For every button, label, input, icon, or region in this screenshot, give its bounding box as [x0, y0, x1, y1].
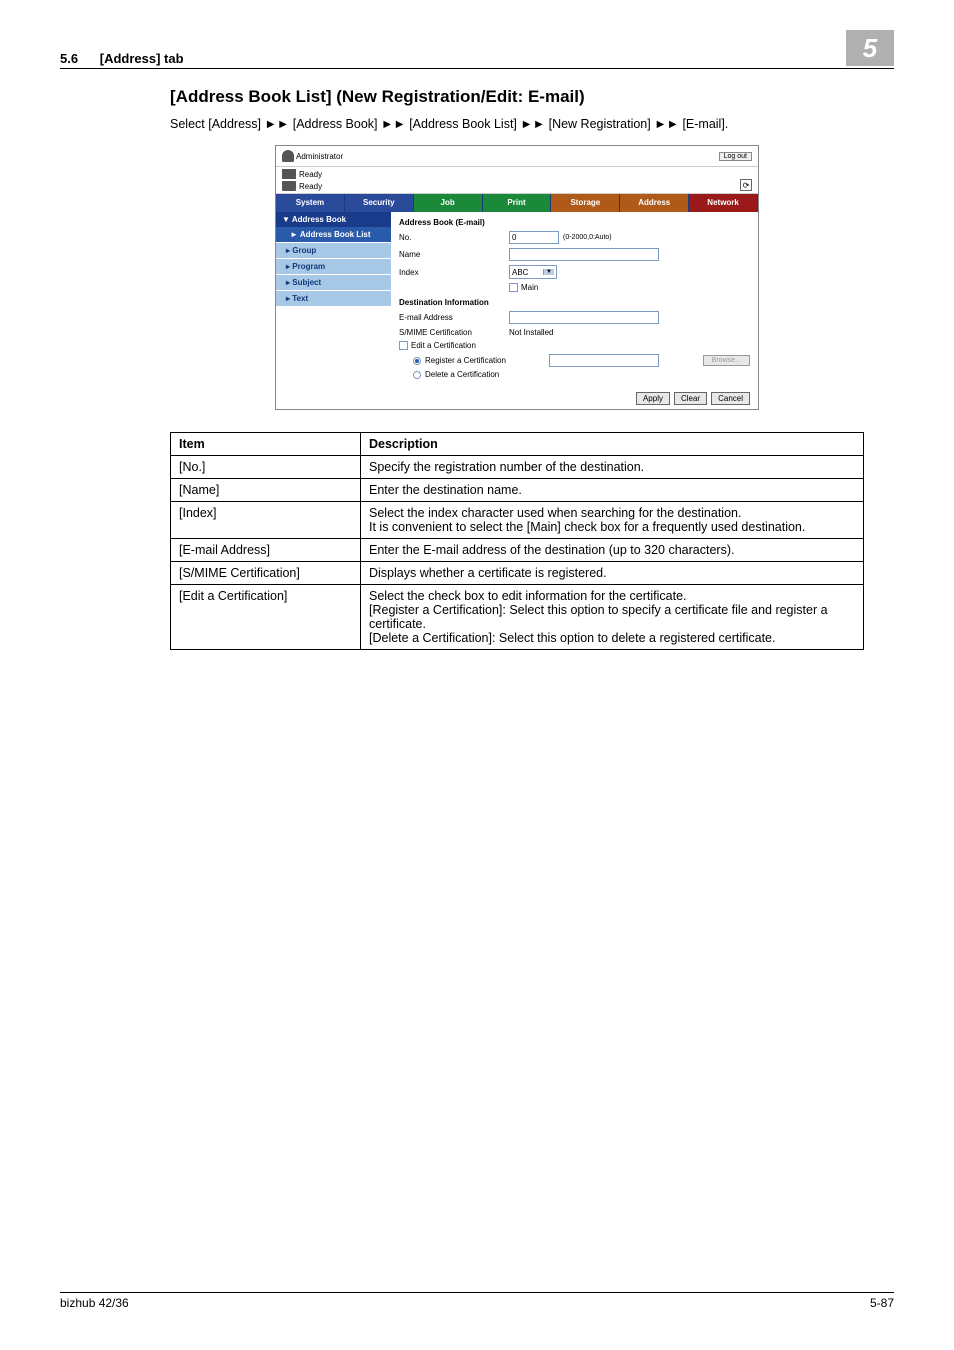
tab-print[interactable]: Print — [483, 194, 552, 212]
name-input[interactable] — [509, 248, 659, 261]
breadcrumb-sep: ►► — [378, 117, 410, 131]
cert-file-input[interactable] — [549, 354, 659, 367]
breadcrumb-sep: ►► — [651, 117, 683, 131]
main-label: Main — [521, 283, 538, 292]
form-heading-1: Address Book (E-mail) — [399, 218, 750, 227]
breadcrumb: Select [Address] ►► [Address Book] ►► [A… — [170, 117, 864, 131]
embedded-screenshot: Administrator Log out Ready Ready ⟳ Syst… — [275, 145, 759, 410]
breadcrumb-4: [New Registration] — [549, 117, 651, 131]
table-row: [S/MIME Certification]Displays whether a… — [171, 562, 864, 585]
tab-job[interactable]: Job — [414, 194, 483, 212]
admin-label: Administrator — [296, 152, 343, 161]
cancel-button[interactable]: Cancel — [711, 392, 750, 405]
apply-button[interactable]: Apply — [636, 392, 670, 405]
side-subject[interactable]: ▸ Subject — [276, 274, 391, 290]
logout-button[interactable]: Log out — [719, 152, 752, 161]
browse-button[interactable]: Browse... — [703, 355, 750, 366]
side-group-label: Group — [292, 246, 316, 255]
chevron-down-icon: ▼ — [543, 269, 554, 275]
table-row: [Index]Select the index character used w… — [171, 502, 864, 539]
table-row: [E-mail Address]Enter the E-mail address… — [171, 539, 864, 562]
section-title: [Address] tab — [100, 51, 184, 66]
description-table: Item Description [No.]Specify the regist… — [170, 432, 864, 650]
breadcrumb-1: [Address] — [208, 117, 261, 131]
index-value: ABC — [512, 268, 528, 277]
printer-icon — [282, 169, 296, 179]
index-label: Index — [399, 268, 509, 277]
main-checkbox[interactable] — [509, 283, 518, 292]
smime-label: S/MIME Certification — [399, 328, 509, 337]
index-select[interactable]: ABC ▼ — [509, 265, 557, 279]
refresh-icon[interactable]: ⟳ — [740, 179, 752, 191]
no-label: No. — [399, 233, 509, 242]
tab-security[interactable]: Security — [345, 194, 414, 212]
footer-page: 5-87 — [870, 1296, 894, 1310]
status-ready-1: Ready — [299, 170, 322, 179]
clear-button[interactable]: Clear — [674, 392, 707, 405]
scanner-icon — [282, 181, 296, 191]
side-text[interactable]: ▸ Text — [276, 290, 391, 306]
table-row: [No.]Specify the registration number of … — [171, 456, 864, 479]
tab-address[interactable]: Address — [620, 194, 689, 212]
tab-storage[interactable]: Storage — [551, 194, 620, 212]
email-input[interactable] — [509, 311, 659, 324]
table-row: [Edit a Certification]Select the check b… — [171, 585, 864, 650]
side-subject-label: Subject — [292, 278, 321, 287]
chapter-number: 5 — [846, 30, 894, 66]
breadcrumb-sep: ►► — [517, 117, 549, 131]
no-input[interactable] — [509, 231, 559, 244]
breadcrumb-prefix: Select — [170, 117, 208, 131]
section-number: 5.6 — [60, 51, 78, 66]
footer-model: bizhub 42/36 — [60, 1296, 129, 1310]
status-ready-2: Ready — [299, 182, 322, 191]
delete-cert-label: Delete a Certification — [425, 370, 499, 379]
form-heading-2: Destination Information — [399, 298, 750, 307]
side-program[interactable]: ▸ Program — [276, 258, 391, 274]
breadcrumb-5: [E-mail]. — [682, 117, 728, 131]
tab-network[interactable]: Network — [689, 194, 758, 212]
table-row: [Name]Enter the destination name. — [171, 479, 864, 502]
delete-cert-radio[interactable] — [413, 371, 421, 379]
page-title: [Address Book List] (New Registration/Ed… — [170, 87, 864, 107]
th-description: Description — [361, 433, 864, 456]
user-icon — [282, 150, 294, 162]
side-text-label: Text — [292, 294, 308, 303]
register-cert-label: Register a Certification — [425, 356, 506, 365]
register-cert-radio[interactable] — [413, 357, 421, 365]
side-program-label: Program — [292, 262, 325, 271]
edit-cert-label: Edit a Certification — [411, 341, 476, 350]
tab-system[interactable]: System — [276, 194, 345, 212]
breadcrumb-sep: ►► — [261, 117, 293, 131]
edit-cert-checkbox[interactable] — [399, 341, 408, 350]
breadcrumb-2: [Address Book] — [293, 117, 378, 131]
no-hint: (0-2000,0:Auto) — [563, 234, 612, 241]
email-label: E-mail Address — [399, 313, 509, 322]
smime-value: Not Installed — [509, 328, 553, 337]
breadcrumb-3: [Address Book List] — [409, 117, 517, 131]
side-group[interactable]: ▸ Group — [276, 242, 391, 258]
side-address-book-list[interactable]: ► Address Book List — [276, 227, 391, 242]
th-item: Item — [171, 433, 361, 456]
side-address-book[interactable]: ▼ Address Book — [276, 212, 391, 227]
name-label: Name — [399, 250, 509, 259]
